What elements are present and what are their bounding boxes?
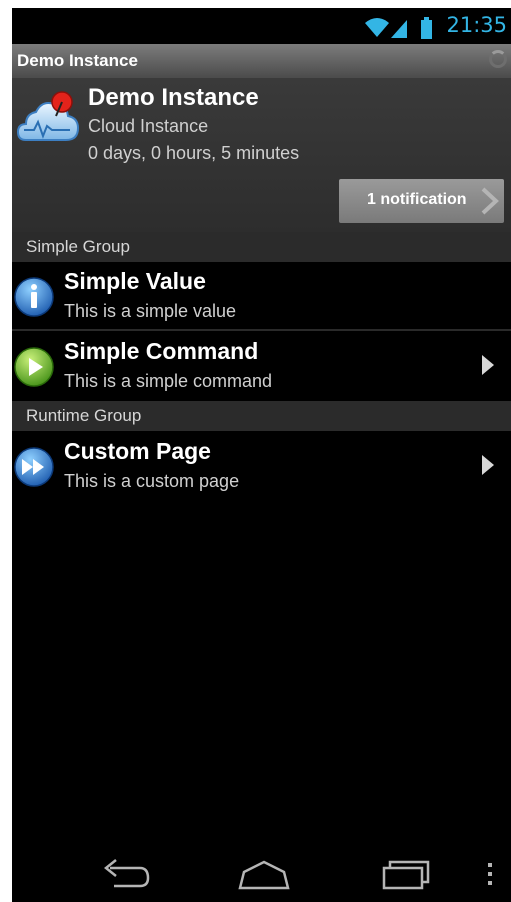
list-item-simple-command[interactable]: Simple Command This is a simple command [12,332,511,400]
status-bar: 21:35 [12,8,511,44]
item-subtitle: This is a simple value [64,301,237,321]
group-header-runtime: Runtime Group [12,401,511,431]
menu-overflow-icon[interactable] [482,854,498,894]
navigation-bar [12,844,511,902]
signal-icon [391,20,407,38]
instance-name: Demo Instance [88,84,259,111]
instance-uptime: 0 days, 0 hours, 5 minutes [88,143,300,163]
item-subtitle: This is a simple command [64,371,273,391]
chevron-right-icon [481,187,499,215]
page-title: Demo Instance [17,51,138,70]
group-header-label: Simple Group [26,237,130,256]
home-icon[interactable] [236,854,292,894]
status-time: 21:35 [446,13,507,37]
wifi-icon [365,18,389,37]
notification-button[interactable]: 1 notification [339,179,504,223]
play-icon [14,347,54,387]
instance-type: Cloud Instance [88,116,209,136]
item-title: Simple Value [64,268,206,294]
group-header-label: Runtime Group [26,406,142,425]
list-item-simple-value[interactable]: Simple Value This is a simple value [12,262,511,330]
title-bar: Demo Instance [12,44,511,78]
battery-icon [421,17,432,39]
list-item-custom-page[interactable]: Custom Page This is a custom page [12,432,511,500]
group-header-simple: Simple Group [12,232,511,262]
item-subtitle: This is a custom page [64,471,240,491]
item-title: Custom Page [64,438,211,464]
back-icon[interactable] [96,854,152,894]
status-icons [365,17,432,39]
item-title: Simple Command [64,338,259,364]
divider [12,329,511,331]
notification-button-label: 1 notification [367,191,467,208]
arrow-right-icon [482,355,494,375]
recent-apps-icon[interactable] [378,854,434,894]
loading-spinner-icon [489,50,507,68]
screen: 21:35 Demo Instance Demo Instance Cloud … [12,8,511,902]
info-icon [14,277,54,317]
fast-forward-icon [14,447,54,487]
cloud-instance-icon [16,91,80,141]
instance-header: Demo Instance Cloud Instance 0 days, 0 h… [12,78,511,232]
arrow-right-icon [482,455,494,475]
